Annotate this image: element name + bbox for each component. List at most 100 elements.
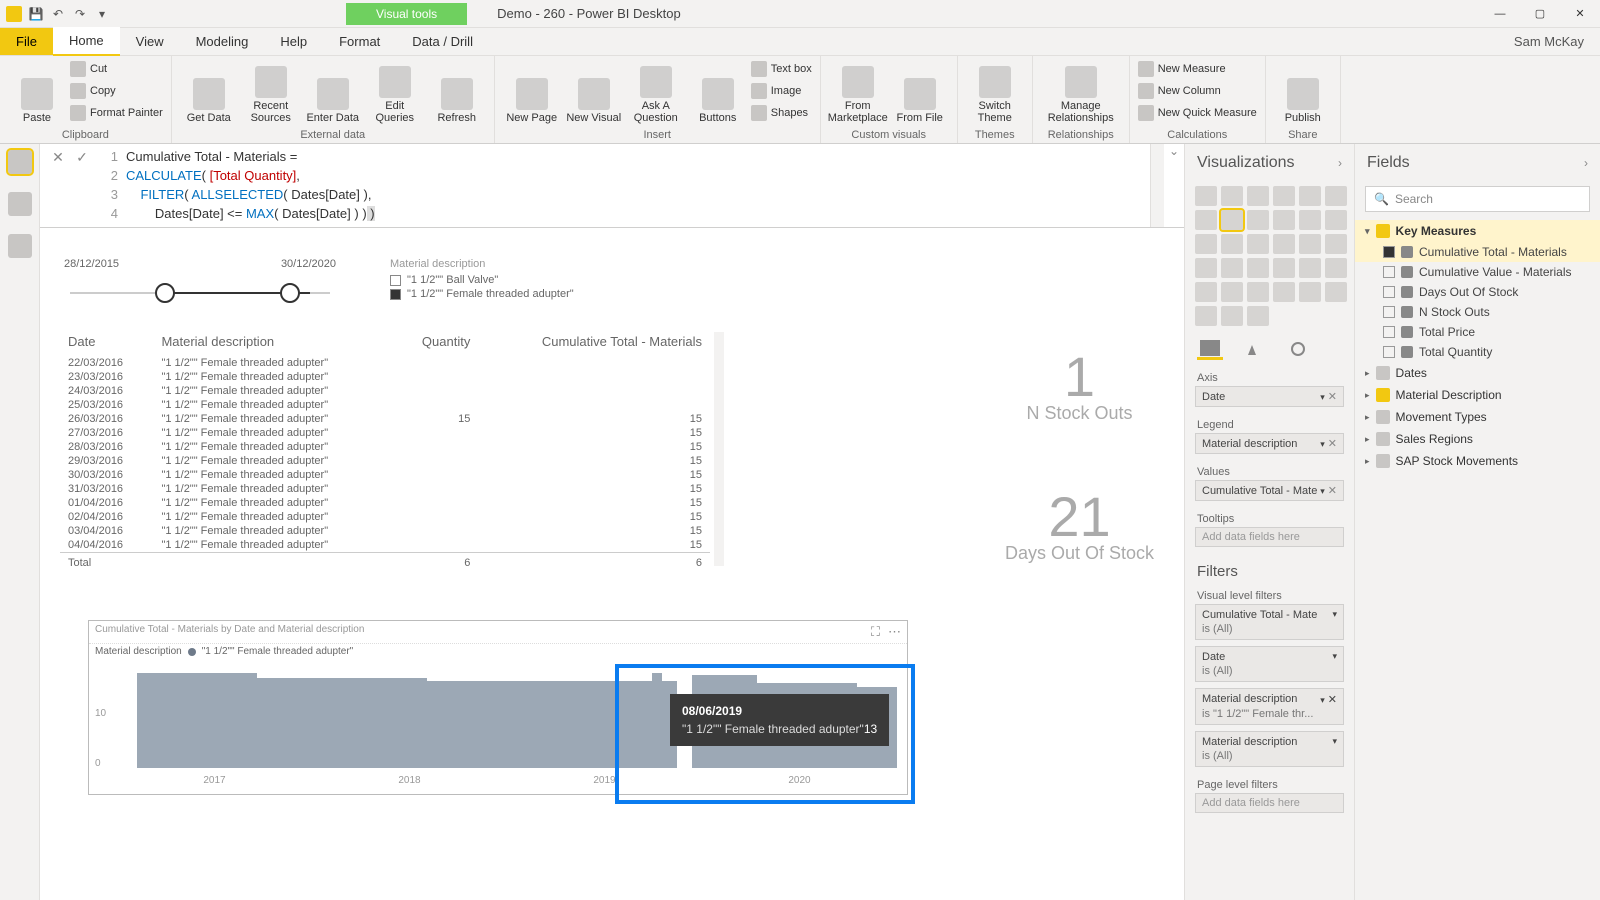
image-button[interactable]: Image [751, 81, 812, 101]
field-checkbox[interactable] [1383, 246, 1395, 258]
ask-question-button[interactable]: Ask A Question [627, 58, 685, 124]
viz-clustered-col-icon[interactable] [1273, 186, 1295, 206]
chart-focus-icon[interactable]: ⛶ [871, 624, 880, 640]
minimize-button[interactable]: — [1480, 0, 1520, 28]
from-marketplace-button[interactable]: From Marketplace [829, 58, 887, 124]
well-legend[interactable]: Material description▾ ✕ [1195, 433, 1344, 454]
viz-donut-icon[interactable] [1273, 234, 1295, 254]
th-material[interactable]: Material description [153, 328, 393, 356]
field-table-movement[interactable]: ▸Movement Types [1355, 406, 1600, 428]
viz-py-icon[interactable] [1299, 282, 1321, 302]
viz-matrix-icon[interactable] [1247, 282, 1269, 302]
table-scrollbar[interactable] [714, 332, 724, 566]
tab-help[interactable]: Help [264, 28, 323, 55]
undo-icon[interactable]: ↶ [50, 6, 66, 22]
viz-funnel-icon[interactable] [1221, 258, 1243, 278]
new-visual-button[interactable]: New Visual [565, 58, 623, 124]
th-cumulative[interactable]: Cumulative Total - Materials [478, 328, 710, 356]
refresh-button[interactable]: Refresh [428, 58, 486, 124]
date-slicer[interactable]: 28/12/2015 30/12/2020 [60, 258, 340, 308]
switch-theme-button[interactable]: Switch Theme [966, 58, 1024, 124]
save-icon[interactable]: 💾 [28, 6, 44, 22]
table-row[interactable]: 27/03/2016"1 1/2"" Female threaded adupt… [60, 426, 710, 440]
table-row[interactable]: 22/03/2016"1 1/2"" Female threaded adupt… [60, 356, 710, 371]
model-view-icon[interactable] [8, 234, 32, 258]
get-data-button[interactable]: Get Data [180, 58, 238, 124]
table-row[interactable]: 28/03/2016"1 1/2"" Female threaded adupt… [60, 440, 710, 454]
viz-tab-format[interactable] [1241, 338, 1267, 360]
enter-data-button[interactable]: Enter Data [304, 58, 362, 124]
user-name[interactable]: Sam McKay [1498, 34, 1600, 49]
material-checkbox-2[interactable] [390, 289, 401, 300]
maximize-button[interactable]: ▢ [1520, 0, 1560, 28]
well-tooltips[interactable]: Add data fields here [1195, 527, 1344, 547]
format-painter-button[interactable]: Format Painter [70, 103, 163, 123]
viz-area-icon[interactable] [1221, 210, 1243, 230]
viz-r-icon[interactable] [1273, 282, 1295, 302]
formula-commit-icon[interactable]: ✓ [73, 148, 91, 166]
table-row[interactable]: 26/03/2016"1 1/2"" Female threaded adupt… [60, 412, 710, 426]
tab-view[interactable]: View [120, 28, 180, 55]
table-row[interactable]: 23/03/2016"1 1/2"" Female threaded adupt… [60, 370, 710, 384]
chart-more-icon[interactable]: ⋯ [888, 624, 901, 640]
viz-ribbon-icon[interactable] [1325, 210, 1347, 230]
manage-relationships-button[interactable]: Manage Relationships [1041, 58, 1121, 124]
copy-button[interactable]: Copy [70, 81, 163, 101]
table-row[interactable]: 02/04/2016"1 1/2"" Female threaded adupt… [60, 510, 710, 524]
tab-data-drill[interactable]: Data / Drill [396, 28, 489, 55]
field-total-price[interactable]: Total Price [1355, 322, 1600, 342]
field-n-stock-outs[interactable]: N Stock Outs [1355, 302, 1600, 322]
well-legend-remove-icon[interactable]: ✕ [1328, 438, 1337, 450]
filter-material-1[interactable]: Material description▾ ✕is "1 1/2"" Femal… [1195, 688, 1344, 725]
formula-scrollbar[interactable] [1150, 144, 1164, 227]
tab-format[interactable]: Format [323, 28, 396, 55]
viz-pie-icon[interactable] [1247, 234, 1269, 254]
filter-remove-icon[interactable]: ✕ [1328, 694, 1337, 706]
viz-line-clustered-icon[interactable] [1299, 210, 1321, 230]
page-filters-well[interactable]: Add data fields here [1195, 793, 1344, 813]
close-button[interactable]: ✕ [1560, 0, 1600, 28]
from-file-button[interactable]: From File [891, 58, 949, 124]
buttons-button[interactable]: Buttons [689, 58, 747, 124]
redo-icon[interactable]: ↷ [72, 6, 88, 22]
field-table-sap[interactable]: ▸SAP Stock Movements [1355, 450, 1600, 472]
table-row[interactable]: 29/03/2016"1 1/2"" Female threaded adupt… [60, 454, 710, 468]
field-cumulative-value[interactable]: Cumulative Value - Materials [1355, 262, 1600, 282]
new-page-button[interactable]: New Page [503, 58, 561, 124]
viz-100-bar-icon[interactable] [1299, 186, 1321, 206]
field-table-material[interactable]: ▸Material Description [1355, 384, 1600, 406]
viz-powerapps-icon[interactable] [1221, 306, 1243, 326]
data-view-icon[interactable] [8, 192, 32, 216]
table-row[interactable]: 31/03/2016"1 1/2"" Female threaded adupt… [60, 482, 710, 496]
viz-key-influencers-icon[interactable] [1325, 282, 1347, 302]
field-checkbox[interactable] [1383, 326, 1395, 338]
table-row[interactable]: 24/03/2016"1 1/2"" Female threaded adupt… [60, 384, 710, 398]
th-quantity[interactable]: Quantity [394, 328, 479, 356]
viz-slicer-icon[interactable] [1195, 282, 1217, 302]
well-values-remove-icon[interactable]: ✕ [1328, 485, 1337, 497]
field-checkbox[interactable] [1383, 286, 1395, 298]
viz-line-icon[interactable] [1195, 210, 1217, 230]
well-values[interactable]: Cumulative Total - Mate▾ ✕ [1195, 480, 1344, 501]
filter-date[interactable]: Date▾is (All) [1195, 646, 1344, 682]
viz-line-col-icon[interactable] [1273, 210, 1295, 230]
viz-map-icon[interactable] [1325, 234, 1347, 254]
recent-sources-button[interactable]: Recent Sources [242, 58, 300, 124]
viz-stacked-area-icon[interactable] [1247, 210, 1269, 230]
table-row[interactable]: 25/03/2016"1 1/2"" Female threaded adupt… [60, 398, 710, 412]
material-slicer[interactable]: Material description "1 1/2"" Ball Valve… [390, 258, 574, 302]
table-row[interactable]: 30/03/2016"1 1/2"" Female threaded adupt… [60, 468, 710, 482]
field-cumulative-total[interactable]: Cumulative Total - Materials [1355, 242, 1600, 262]
filter-cumulative[interactable]: Cumulative Total - Mate▾is (All) [1195, 604, 1344, 640]
viz-waterfall-icon[interactable] [1195, 234, 1217, 254]
viz-tab-fields[interactable] [1197, 338, 1223, 360]
new-quick-measure-button[interactable]: New Quick Measure [1138, 103, 1257, 123]
field-table-sales[interactable]: ▸Sales Regions [1355, 428, 1600, 450]
field-checkbox[interactable] [1383, 306, 1395, 318]
well-axis[interactable]: Date▾ ✕ [1195, 386, 1344, 407]
field-checkbox[interactable] [1383, 346, 1395, 358]
formula-expand-icon[interactable]: ⌄ [1164, 144, 1184, 227]
viz-gauge-icon[interactable] [1247, 258, 1269, 278]
well-axis-remove-icon[interactable]: ✕ [1328, 391, 1337, 403]
table-row[interactable]: 03/04/2016"1 1/2"" Female threaded adupt… [60, 524, 710, 538]
